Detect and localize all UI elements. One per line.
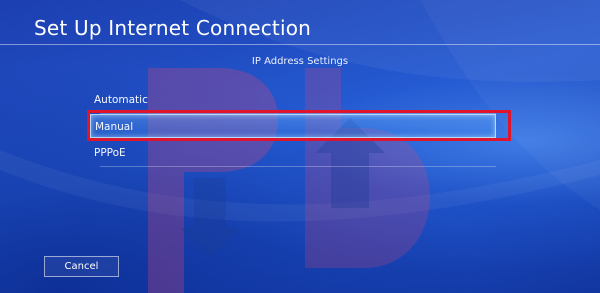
option-pppoe[interactable]: PPPoE bbox=[90, 141, 496, 167]
option-automatic[interactable]: Automatic bbox=[90, 88, 496, 114]
section-subtitle: IP Address Settings bbox=[251, 56, 349, 67]
cancel-button[interactable]: Cancel bbox=[44, 256, 119, 277]
title-divider bbox=[0, 44, 600, 45]
page-title: Set Up Internet Connection bbox=[34, 16, 312, 40]
ps4-settings-screen: Set Up Internet Connection IP Address Se… bbox=[0, 0, 600, 293]
annotation-highlight-frame bbox=[87, 110, 511, 141]
